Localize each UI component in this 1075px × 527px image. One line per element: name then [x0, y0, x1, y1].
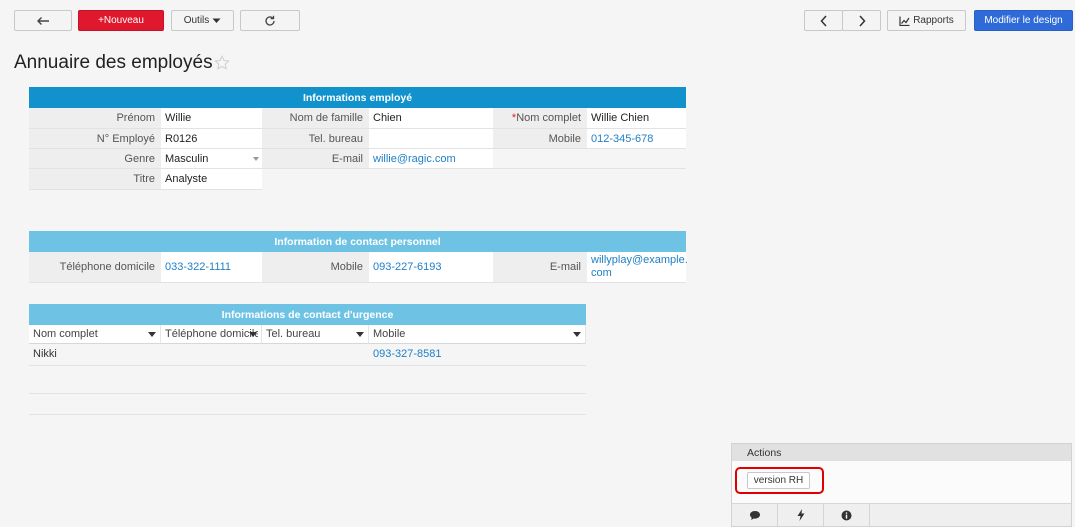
- gender-label: Genre: [29, 149, 161, 169]
- column-header-label: Téléphone domicile: [165, 328, 258, 340]
- comments-button[interactable]: [732, 504, 778, 526]
- info-button[interactable]: [824, 504, 870, 526]
- table-row[interactable]: Nikki 093-327-8581: [29, 344, 586, 365]
- full-name-label: * Nom complet: [493, 108, 587, 129]
- last-name-field[interactable]: Chien: [369, 108, 493, 129]
- reports-label: Rapports: [913, 15, 954, 26]
- row-full-name: Nikki: [33, 348, 57, 360]
- emergency-contact-header: Informations de contact d'urgence: [29, 304, 586, 325]
- job-title-label: Titre: [29, 169, 161, 190]
- chevron-right-icon: [858, 14, 866, 27]
- column-header-label: Nom complet: [33, 328, 98, 340]
- home-phone-field[interactable]: 033-322-1111: [161, 252, 262, 283]
- caret-down-icon: [573, 332, 581, 337]
- personal-mobile-label: Mobile: [262, 252, 369, 283]
- job-title-field[interactable]: Analyste: [161, 169, 262, 190]
- refresh-icon: [265, 15, 275, 26]
- office-tel-label: Tel. bureau: [262, 129, 369, 149]
- tools-label: Outils: [183, 15, 210, 26]
- lightning-icon: [797, 509, 804, 521]
- full-name-label-text: Nom complet: [516, 112, 581, 124]
- empty-cell: [493, 149, 686, 169]
- email-field[interactable]: willie@ragic.com: [369, 149, 493, 169]
- gender-value: Masculin: [165, 152, 209, 165]
- mobile-field[interactable]: 012-345-678: [587, 129, 686, 149]
- column-header-full-name[interactable]: Nom complet: [29, 325, 161, 344]
- column-header-mobile[interactable]: Mobile: [369, 325, 586, 344]
- first-name-label: Prénom: [29, 108, 161, 129]
- hr-version-button[interactable]: version RH: [747, 472, 810, 489]
- caret-down-icon: [253, 157, 259, 161]
- home-phone-label: Téléphone domicile: [29, 252, 161, 283]
- column-header-office-tel[interactable]: Tel. bureau: [262, 325, 369, 344]
- star-icon[interactable]: [214, 55, 230, 71]
- full-name-field[interactable]: Willie Chien: [587, 108, 686, 129]
- personal-email-field[interactable]: willyplay@example. com: [587, 252, 688, 283]
- caret-down-icon: [212, 18, 221, 23]
- chevron-left-icon: [819, 14, 827, 27]
- actions-panel-header: Actions: [732, 444, 1071, 461]
- employee-number-field[interactable]: R0126: [161, 129, 262, 149]
- column-header-home-phone[interactable]: Téléphone domicile: [161, 325, 262, 344]
- row-divider: [29, 393, 586, 394]
- previous-record-button[interactable]: [804, 10, 843, 31]
- back-button[interactable]: [14, 10, 72, 31]
- row-divider: [29, 414, 586, 415]
- reports-button[interactable]: Rapports: [887, 10, 966, 31]
- tools-menu-button[interactable]: Outils: [171, 10, 234, 31]
- employee-info-header: Informations employé: [29, 87, 686, 108]
- caret-down-icon: [249, 332, 257, 337]
- caret-down-icon: [356, 332, 364, 337]
- next-record-button[interactable]: [842, 10, 881, 31]
- row-mobile-link[interactable]: 093-327-8581: [373, 348, 442, 360]
- last-name-label: Nom de famille: [262, 108, 369, 129]
- line-chart-icon: [899, 16, 910, 26]
- actions-panel: Actions version RH: [731, 443, 1072, 527]
- personal-contact-header: Information de contact personnel: [29, 231, 686, 252]
- personal-email-line2: com: [591, 267, 612, 279]
- personal-email-label: E-mail: [493, 252, 587, 283]
- actions-trigger-button[interactable]: [778, 504, 824, 526]
- refresh-button[interactable]: [240, 10, 300, 31]
- comment-icon: [749, 510, 760, 520]
- actions-panel-footer: [732, 503, 1071, 526]
- email-label: E-mail: [262, 149, 369, 169]
- info-icon: [841, 510, 852, 520]
- gender-select[interactable]: Masculin: [161, 149, 262, 169]
- personal-email-line1: willyplay@example.: [591, 254, 688, 266]
- column-header-label: Tel. bureau: [266, 328, 321, 340]
- mobile-label: Mobile: [493, 129, 587, 149]
- page-title: Annuaire des employés: [14, 52, 213, 73]
- first-name-field[interactable]: Willie: [161, 108, 262, 129]
- edit-design-button[interactable]: Modifier le design: [974, 10, 1073, 31]
- row-divider: [29, 365, 586, 366]
- personal-mobile-field[interactable]: 093-227-6193: [369, 252, 493, 283]
- new-record-button[interactable]: +Nouveau: [78, 10, 164, 31]
- arrow-left-icon: [37, 16, 49, 25]
- office-tel-field[interactable]: [369, 129, 493, 149]
- column-header-label: Mobile: [373, 328, 406, 340]
- employee-number-label: N° Employé: [29, 129, 161, 149]
- caret-down-icon: [148, 332, 156, 337]
